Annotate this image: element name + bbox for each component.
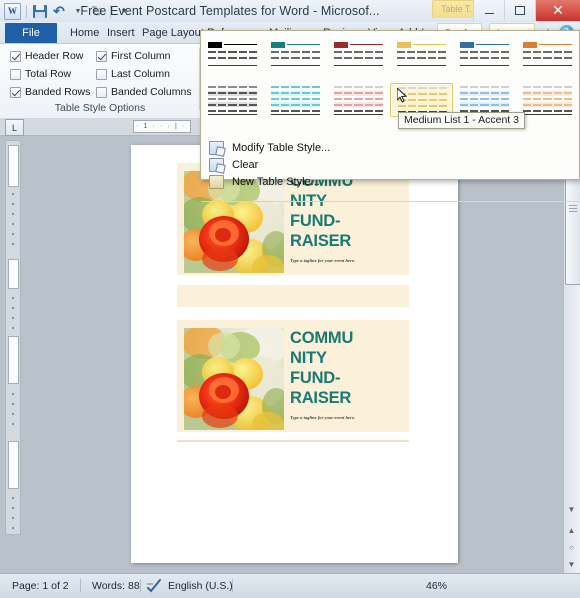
checkbox-last-column-label: Last Column [111,68,170,80]
gallery-item-medium-list-1-accent-5[interactable] [516,83,579,117]
gallery-item-dark-list-1-accent-3[interactable] [390,37,453,71]
checkbox-header-row-label: Header Row [25,50,84,62]
status-page-indicator[interactable]: Page: 1 of 2 [12,580,69,592]
checkbox-total-row-label: Total Row [25,68,72,80]
postcard-2-tagline: Type a tagline for your event here. [290,415,356,420]
scroll-down-arrow[interactable]: ▼ [565,503,578,516]
checkbox-banded-rows-box[interactable] [10,86,21,98]
checkbox-header-row-box[interactable] [10,50,21,62]
checkbox-first-column-label: First Column [111,50,171,62]
document-page[interactable]: COMMU NITY FUND- RAISER Type a tagline f… [131,145,458,563]
title-bar: W ↶ ▼ ↻ ▼ Free Event Postcard Templates … [0,0,580,23]
gallery-item-medium-list-1-accent-1[interactable] [264,83,327,117]
previous-page-button[interactable]: ▲ [565,524,578,537]
gallery-item-dark-list-1-accent-5[interactable] [516,37,579,71]
checkbox-banded-columns[interactable]: Banded Columns [96,86,192,98]
menu-item-modify-table-style-label: Modify Table Style... [232,141,331,154]
tab-file[interactable]: File [5,23,57,43]
gallery-item-medium-list-1-accent-2[interactable] [327,83,390,117]
gallery-row-dark-list[interactable] [201,37,579,71]
postcard-bottom-rule [177,440,409,442]
checkbox-banded-rows-label: Banded Rows [25,86,91,98]
postcard-1-title-line-3: FUND- [290,212,341,230]
postcard-2-title-line-3: FUND- [290,369,341,387]
maximize-button[interactable] [504,0,535,21]
vertical-ruler-segment-2 [8,259,19,289]
postcard-2-title-line-2: NITY [290,349,327,367]
gallery-item-dark-list-1-accent-4[interactable] [453,37,516,71]
tab-stop-selector[interactable]: L [5,119,24,136]
table-styles-gallery-dropdown[interactable]: Modify Table Style... Clear New Table St… [200,30,580,202]
checkbox-total-row[interactable]: Total Row [10,68,71,80]
table-style-options-group-label: Table Style Options [54,102,146,114]
minimize-button[interactable] [473,0,504,21]
checkbox-banded-columns-label: Banded Columns [111,86,192,98]
postcard-1-title-line-4: RAISER [290,232,352,250]
gallery-item-dark-list-1-accent-1[interactable] [264,37,327,71]
menu-item-modify-table-style[interactable]: Modify Table Style... [201,139,580,156]
zoom-level-label[interactable]: 46% [426,580,447,592]
word-window: W ↶ ▼ ↻ ▼ Free Event Postcard Templates … [0,0,580,598]
clear-table-style-icon [209,157,224,172]
spelling-check-icon[interactable] [146,578,162,596]
status-language[interactable]: English (U.S.) [168,580,233,592]
postcard-2[interactable]: COMMU NITY FUND- RAISER Type a tagline f… [177,320,409,432]
menu-item-new-table-style[interactable]: New Table Style... [201,173,580,190]
vertical-ruler-segment-3 [8,336,19,384]
postcard-2-title-line-4: RAISER [290,389,352,407]
menu-item-clear-label: Clear [232,158,259,171]
status-bar: Page: 1 of 2 Words: 88 English (U.S.) ▣ … [0,573,580,598]
menu-item-clear[interactable]: Clear [201,156,580,173]
new-table-style-icon [209,174,224,189]
gallery-item-dark-list-1-accent-2[interactable] [327,37,390,71]
horizontal-ruler-marks: · 1 · · · | · · · [133,120,191,133]
vertical-ruler-segment-1 [8,145,19,187]
gallery-item-dark-list-1[interactable] [201,37,264,71]
checkbox-first-column[interactable]: First Column [96,50,171,62]
vertical-ruler-segment-4 [8,441,19,489]
gallery-tooltip: Medium List 1 - Accent 3 [398,112,525,129]
close-button[interactable]: ✕ [535,0,580,21]
status-word-count[interactable]: Words: 88 [92,580,140,592]
checkbox-total-row-box[interactable] [10,68,21,80]
gallery-menu-separator [201,201,579,202]
gallery-menu-items[interactable]: Modify Table Style... Clear New Table St… [201,139,580,190]
checkbox-last-column-box[interactable] [96,68,107,80]
mouse-cursor-icon [396,86,408,103]
gallery-item-medium-list-1[interactable] [201,83,264,117]
postcard-1-tagline: Type a tagline for your event here. [290,258,356,263]
checkbox-header-row[interactable]: Header Row [10,50,83,62]
postcard-2-image [184,328,284,430]
menu-item-new-table-style-label: New Table Style... [232,175,320,188]
checkbox-last-column[interactable]: Last Column [96,68,170,80]
postcard-2-title: COMMU NITY FUND- RAISER [290,328,402,408]
next-page-button[interactable]: ▼ [565,558,578,571]
select-browse-object-button[interactable]: ○ [565,541,578,554]
postcard-2-title-line-1: COMMU [290,329,354,347]
window-controls[interactable]: ✕ [473,0,580,22]
checkbox-first-column-box[interactable] [96,50,107,62]
status-divider-1 [80,579,81,592]
status-divider-2 [140,579,141,592]
modify-table-style-icon [209,140,224,155]
vertical-ruler[interactable] [5,140,21,535]
table-style-options-group: Header Row First Column Total Row Last C… [0,44,200,118]
checkbox-banded-rows[interactable]: Banded Rows [10,86,90,98]
checkbox-banded-columns-box[interactable] [96,86,107,98]
postcard-spacer-band [177,285,409,307]
status-divider-3 [232,579,233,592]
